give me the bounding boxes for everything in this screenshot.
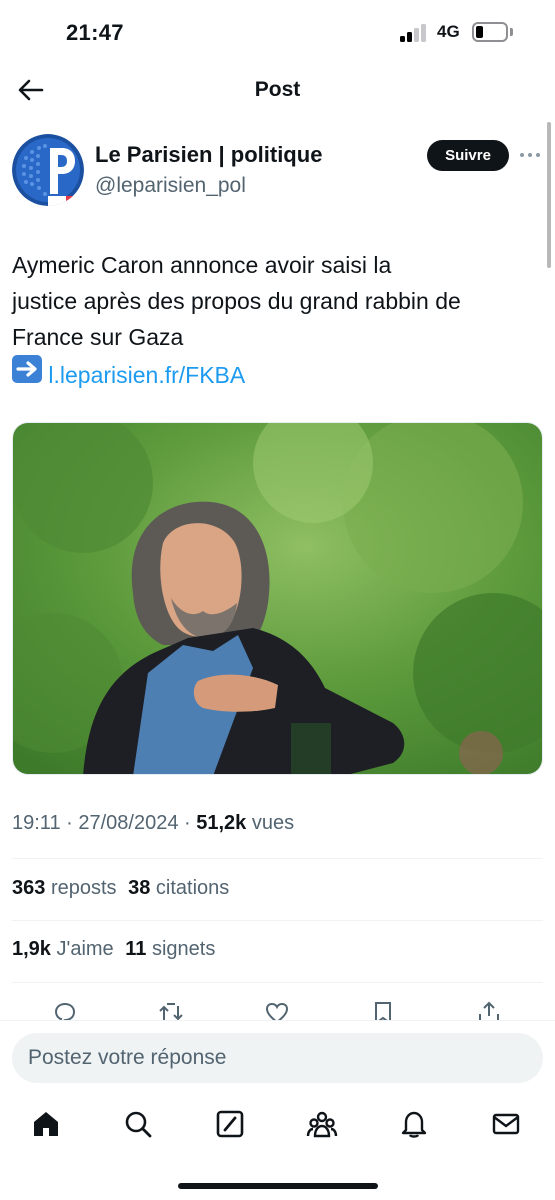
network-type: 4G (437, 22, 460, 41)
author-row: Le Parisien | politique @leparisien_pol … (0, 128, 555, 218)
bookmarks-label: signets (151, 938, 216, 960)
photo-man-in-park-image (13, 423, 542, 774)
tweet-meta: 19:11 · 27/08/2024 · 51,2k vues (12, 812, 294, 835)
tweet-text: Aymeric Caron annonce avoir saisi la jus… (12, 247, 547, 393)
right-arrow-emoji-icon (12, 355, 42, 383)
tweet-text-line: justice après des propos du grand rabbin… (12, 288, 461, 314)
tweet-link[interactable]: l.leparisien.fr/FKBA (48, 362, 245, 388)
reposts-count: 363 (12, 877, 46, 899)
bookmark-icon[interactable] (370, 1000, 396, 1020)
divider (12, 982, 543, 983)
reply-bar (0, 1020, 555, 1094)
tweet-link-line: l.leparisien.fr/FKBA (12, 355, 547, 393)
status-bar: 21:47 4G (0, 0, 555, 64)
quotes-label: citations (155, 877, 230, 899)
author-name[interactable]: Le Parisien | politique (95, 142, 322, 168)
messages-icon[interactable] (490, 1108, 522, 1140)
quotes-count: 38 (128, 877, 151, 899)
views-label: vues (251, 812, 295, 834)
more-dots-icon[interactable] (520, 145, 542, 165)
nav-header: Post (0, 64, 555, 116)
battery-cap (510, 28, 513, 36)
author-handle[interactable]: @leparisien_pol (95, 174, 246, 198)
battery-icon (472, 22, 508, 42)
likes-label: J'aime (56, 938, 114, 960)
tweet-text-line: France sur Gaza (12, 324, 184, 350)
tweet-time: 19:11 (12, 812, 61, 834)
tweet-photo[interactable] (12, 422, 543, 775)
search-icon[interactable] (122, 1108, 154, 1140)
reply-input[interactable] (12, 1033, 543, 1083)
divider (12, 858, 543, 859)
tweet-actions (0, 996, 555, 1020)
bookmarks-count: 11 (125, 938, 147, 960)
tweet-text-line: Aymeric Caron annonce avoir saisi la (12, 252, 392, 278)
notifications-icon[interactable] (398, 1108, 430, 1140)
signal-strength-icon (400, 24, 430, 42)
stats-row-reposts: 363 reposts 38 citations (12, 877, 235, 900)
repost-icon[interactable] (158, 1000, 184, 1020)
reposts-stat[interactable]: 363 reposts (12, 877, 117, 899)
page-title: Post (254, 78, 301, 101)
le-parisien-logo-icon (12, 134, 84, 206)
reply-icon[interactable] (52, 1000, 78, 1020)
follow-button[interactable]: Suivre (427, 140, 509, 171)
home-icon[interactable] (30, 1108, 62, 1140)
home-indicator[interactable] (178, 1183, 378, 1189)
tweet-date: 27/08/2024 (78, 812, 179, 834)
like-icon[interactable] (264, 1000, 290, 1020)
views-count: 51,2k (196, 812, 247, 834)
grok-icon[interactable] (214, 1108, 246, 1140)
stats-row-likes: 1,9k J'aime 11 signets (12, 938, 221, 961)
meta-separator: · (178, 812, 197, 834)
divider (12, 920, 543, 921)
communities-icon[interactable] (306, 1108, 338, 1140)
status-time: 21:47 (66, 20, 124, 45)
likes-count: 1,9k (12, 938, 51, 960)
quotes-stat[interactable]: 38 citations (128, 877, 229, 899)
likes-stat[interactable]: 1,9k J'aime (12, 938, 114, 960)
share-icon[interactable] (476, 1000, 502, 1020)
avatar[interactable] (12, 134, 84, 206)
bookmarks-stat[interactable]: 11 signets (125, 938, 215, 960)
meta-separator: · (60, 812, 79, 834)
reposts-label: reposts (50, 877, 117, 899)
